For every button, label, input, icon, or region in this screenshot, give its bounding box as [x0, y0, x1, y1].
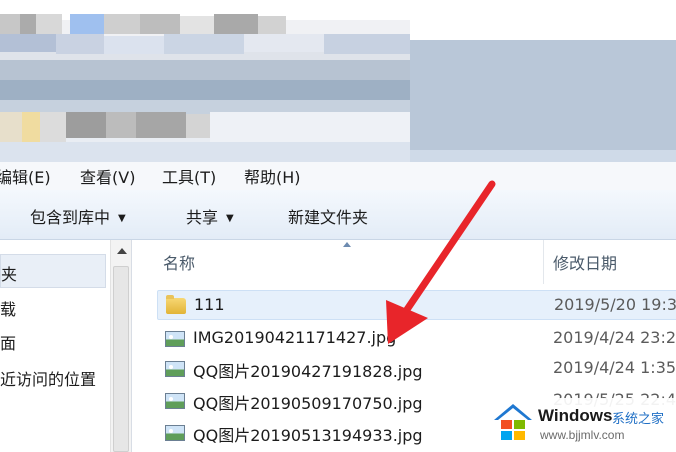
image-file-icon [165, 393, 185, 409]
menu-tools[interactable]: 工具(T) [162, 164, 216, 188]
share-label: 共享 [186, 208, 219, 227]
file-date: 2019/4/24 23:2 [553, 328, 676, 347]
file-name: QQ图片20190509170750.jpg [193, 394, 423, 413]
watermark-brand: Windows [538, 406, 613, 425]
watermark-url: www.bjjmlv.com [540, 428, 625, 442]
watermark: Windows 系统之家 www.bjjmlv.com [486, 398, 676, 450]
chevron-down-icon: ▼ [118, 213, 126, 224]
windows-house-logo-icon [494, 404, 532, 440]
nav-item-label: 夹 [1, 265, 18, 284]
new-folder-label: 新建文件夹 [288, 208, 369, 227]
share-button[interactable]: 共享 ▼ [186, 204, 234, 228]
file-name: QQ图片20190427191828.jpg [193, 362, 423, 381]
file-row-folder[interactable]: 111 2019/5/20 19:3 [157, 290, 676, 320]
blurred-title-region [0, 0, 676, 170]
image-file-icon [165, 331, 185, 347]
image-file-icon [165, 361, 185, 377]
nav-scrollbar[interactable] [110, 240, 131, 452]
file-name: IMG20190421171427.jpg [193, 328, 397, 347]
folder-icon [166, 295, 186, 314]
file-row[interactable]: IMG20190421171427.jpg 2019/4/24 23:2 [157, 324, 676, 354]
navigation-pane: 夹 载 面 近访问的位置 [0, 240, 132, 452]
file-name: 111 [194, 295, 225, 314]
new-folder-button[interactable]: 新建文件夹 [288, 204, 368, 228]
menu-bar: 编辑(E) 查看(V) 工具(T) 帮助(H) [0, 162, 676, 190]
nav-item-label: 近访问的位置 [0, 370, 97, 389]
nav-item-label: 面 [0, 334, 17, 353]
nav-item-label: 载 [0, 300, 17, 319]
file-row[interactable]: QQ图片20190427191828.jpg 2019/4/24 1:35 [157, 354, 676, 384]
column-divider[interactable] [543, 240, 544, 284]
file-date: 2019/4/24 1:35 [553, 358, 676, 377]
image-file-icon [165, 425, 185, 441]
menu-view[interactable]: 查看(V) [80, 164, 135, 188]
column-header-name[interactable]: 名称 [163, 250, 195, 274]
watermark-suffix: 系统之家 [612, 412, 665, 427]
file-name: QQ图片20190513194933.jpg [193, 426, 423, 445]
sort-ascending-icon [343, 242, 351, 247]
menu-edit[interactable]: 编辑(E) [0, 164, 51, 188]
column-header-modified[interactable]: 修改日期 [553, 250, 617, 274]
command-toolbar: 包含到库中 ▼ 共享 ▼ 新建文件夹 [0, 190, 676, 240]
nav-item-desktop[interactable]: 面 [0, 330, 16, 354]
scroll-up-icon[interactable] [117, 248, 127, 254]
chevron-down-icon: ▼ [226, 213, 234, 224]
include-in-library-button[interactable]: 包含到库中 ▼ [30, 204, 126, 228]
menu-help[interactable]: 帮助(H) [244, 164, 301, 188]
nav-item-recent-places[interactable]: 近访问的位置 [0, 366, 96, 390]
include-in-library-label: 包含到库中 [30, 208, 111, 227]
scrollbar-thumb[interactable] [113, 266, 129, 452]
file-date: 2019/5/20 19:3 [554, 295, 676, 314]
nav-item-favorites[interactable]: 夹 [0, 254, 106, 288]
nav-item-downloads[interactable]: 载 [0, 296, 16, 320]
